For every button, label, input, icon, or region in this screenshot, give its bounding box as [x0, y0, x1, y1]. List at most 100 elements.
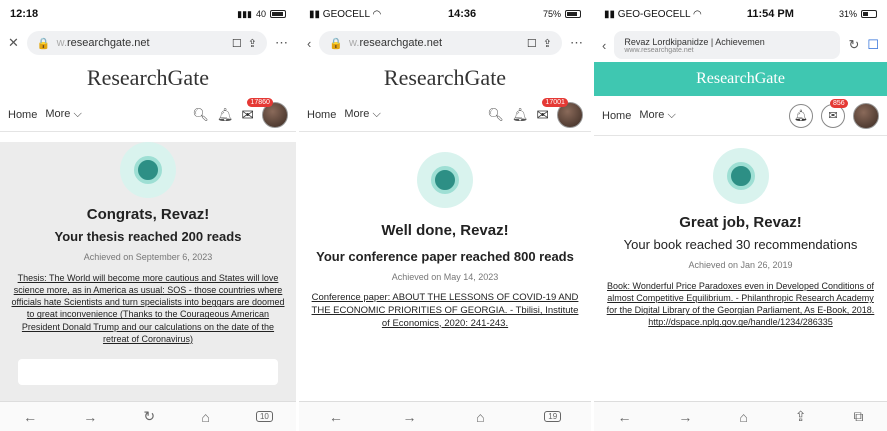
achievement-title: Well done, Revaz! [381, 222, 509, 239]
battery-icon [565, 10, 581, 18]
bell-icon[interactable]: 🔔︎ [512, 107, 529, 123]
battery-icon [270, 10, 286, 18]
achievement-title: Congrats, Revaz! [86, 206, 210, 223]
wifi-icon: ◠ [372, 8, 382, 20]
close-icon[interactable]: ✕ [8, 35, 19, 51]
nav-more-menu[interactable]: More ⌵ [344, 108, 380, 121]
back-arrow-icon[interactable]: ← [617, 409, 631, 425]
share-icon[interactable]: ⇪ [795, 408, 807, 425]
status-bar: ▮▮ GEO-GEOCELL ◠ 11:54 PM 31% [594, 0, 887, 28]
url-prefix: w. [56, 37, 68, 49]
share-icon[interactable]: ⇪ [248, 37, 257, 50]
signal-icon: ▮▮ [604, 8, 618, 20]
screenshot-phone-1: 12:18 ▮▮▮ 40 ✕ 🔒 w.researchgate.net ☐ ⇪ … [0, 0, 296, 431]
search-icon[interactable]: 🔍︎ [192, 107, 209, 123]
forward-arrow-icon[interactable]: → [402, 409, 416, 425]
status-carrier: ▮▮ GEO-GEOCELL ◠ [604, 8, 702, 20]
bookmark-icon[interactable]: ☐ [867, 37, 879, 53]
browser-bottom-bar: ← → ↻ ⌂ 10 [0, 401, 296, 431]
achievement-panel: Well done, Revaz! Your conference paper … [299, 152, 591, 330]
bell-icon[interactable]: 🔔︎ [789, 103, 813, 128]
browser-toolbar: ‹ Revaz Lordkipanidze | Achievemen www.r… [594, 28, 887, 62]
search-icon[interactable]: 🔍︎ [487, 107, 504, 123]
messages-badge: 17001 [542, 97, 568, 107]
status-carrier: ▮▮ GEOCELL ◠ [309, 8, 382, 20]
screenshot-phone-2: ▮▮ GEOCELL ◠ 14:36 75% ‹ 🔒 w.researchgat… [299, 0, 591, 431]
address-bar[interactable]: Revaz Lordkipanidze | Achievemen www.res… [614, 31, 841, 59]
nav-home-link[interactable]: Home [602, 110, 631, 122]
network-label: 40 [255, 9, 266, 19]
wifi-icon: ◠ [693, 8, 702, 20]
home-icon[interactable]: ⌂ [476, 409, 484, 425]
share-icon[interactable]: ⇪ [543, 37, 552, 50]
messages-icon[interactable]: ✉ 856 [821, 98, 848, 128]
nav-home-link[interactable]: Home [8, 109, 37, 121]
url-prefix: w. [349, 37, 360, 49]
nav-home-link[interactable]: Home [307, 109, 336, 121]
screenshot-phone-3: ▮▮ GEO-GEOCELL ◠ 11:54 PM 31% ‹ Revaz Lo… [594, 0, 887, 431]
achievement-date: Achieved on May 14, 2023 [391, 272, 499, 282]
avatar[interactable] [853, 102, 879, 129]
address-bar[interactable]: 🔒 w.researchgate.net ☐ ⇪ [319, 31, 562, 55]
messages-badge: 856 [830, 98, 848, 108]
browser-bottom-bar: ← → ⌂ ⇪ ⧉ [594, 401, 887, 431]
publication-link[interactable]: Conference paper: ABOUT THE LESSONS OF C… [309, 292, 581, 330]
medal-icon [417, 152, 473, 208]
back-icon[interactable]: ‹ [602, 38, 606, 53]
battery-icon [860, 10, 877, 18]
site-nav: Home More ⌵ 🔔︎ ✉ 856 [594, 96, 887, 136]
url-host: www.researchgate.net [624, 46, 694, 54]
back-arrow-icon[interactable]: ← [23, 409, 37, 425]
home-icon[interactable]: ⌂ [201, 409, 209, 425]
signal-icon: ▮▮ [309, 8, 323, 20]
reload-icon[interactable]: ↻ [848, 37, 859, 53]
back-arrow-icon[interactable]: ← [329, 409, 343, 425]
messages-badge: 17860 [247, 97, 273, 107]
site-logo[interactable]: ResearchGate [0, 58, 296, 98]
forward-arrow-icon[interactable]: → [678, 409, 692, 425]
status-indicators: 75% [543, 9, 581, 19]
card-preview [18, 358, 278, 385]
more-menu-icon[interactable]: ⋯ [570, 35, 583, 51]
lock-icon: 🔒 [36, 37, 51, 50]
tabs-count[interactable]: 19 [544, 411, 562, 422]
status-time: 12:18 [10, 8, 39, 20]
bell-icon[interactable]: 🔔︎ [217, 107, 234, 123]
status-time: 14:36 [448, 8, 477, 20]
site-logo[interactable]: ResearchGate [594, 62, 887, 96]
achievement-subtitle: Your thesis reached 200 reads [54, 229, 242, 244]
status-indicators: ▮▮▮ 40 [237, 9, 286, 20]
back-icon[interactable]: ‹ [307, 36, 311, 51]
achievement-panel: Great job, Revaz! Your book reached 30 r… [594, 148, 887, 329]
site-nav: Home More ⌵ 🔍︎ 🔔︎ ✉ 17001 [299, 97, 591, 132]
more-menu-icon[interactable]: ⋯ [275, 35, 288, 51]
forward-arrow-icon[interactable]: → [83, 409, 97, 425]
publication-link[interactable]: Thesis: The World will become more cauti… [10, 272, 286, 345]
tabs-count[interactable]: 10 [255, 411, 273, 422]
reload-icon[interactable]: ↻ [143, 408, 155, 425]
status-time: 11:54 PM [746, 8, 794, 20]
site-logo[interactable]: ResearchGate [299, 58, 591, 98]
medal-icon [712, 148, 769, 204]
home-icon[interactable]: ⌂ [739, 409, 747, 425]
medal-icon [120, 142, 176, 198]
nav-more-menu[interactable]: More ⌵ [45, 108, 81, 121]
battery-label: 31% [838, 9, 857, 19]
address-bar[interactable]: 🔒 w.researchgate.net ☐ ⇪ [26, 31, 267, 55]
lock-icon: 🔒 [329, 37, 344, 50]
bookmark-icon[interactable]: ☐ [232, 37, 242, 50]
achievement-title: Great job, Revaz! [679, 214, 802, 231]
achievement-panel: Congrats, Revaz! Your thesis reached 200… [0, 142, 296, 426]
publication-link[interactable]: Book: Wonderful Price Paradoxes even in … [604, 280, 877, 329]
status-bar: ▮▮ GEOCELL ◠ 14:36 75% [299, 0, 591, 28]
bookmark-icon[interactable]: ☐ [527, 37, 537, 50]
url-host: researchgate.net [67, 37, 150, 49]
messages-icon[interactable]: ✉ 17001 [536, 97, 568, 124]
url-host: researchgate.net [359, 37, 443, 49]
messages-icon[interactable]: ✉ 17860 [241, 97, 273, 124]
achievement-date: Achieved on September 6, 2023 [83, 252, 213, 262]
tabs-icon[interactable]: ⧉ [853, 408, 863, 425]
nav-more-menu[interactable]: More ⌵ [639, 109, 675, 122]
battery-label: 75% [542, 9, 561, 19]
signal-icon: ▮▮▮ [237, 8, 252, 19]
